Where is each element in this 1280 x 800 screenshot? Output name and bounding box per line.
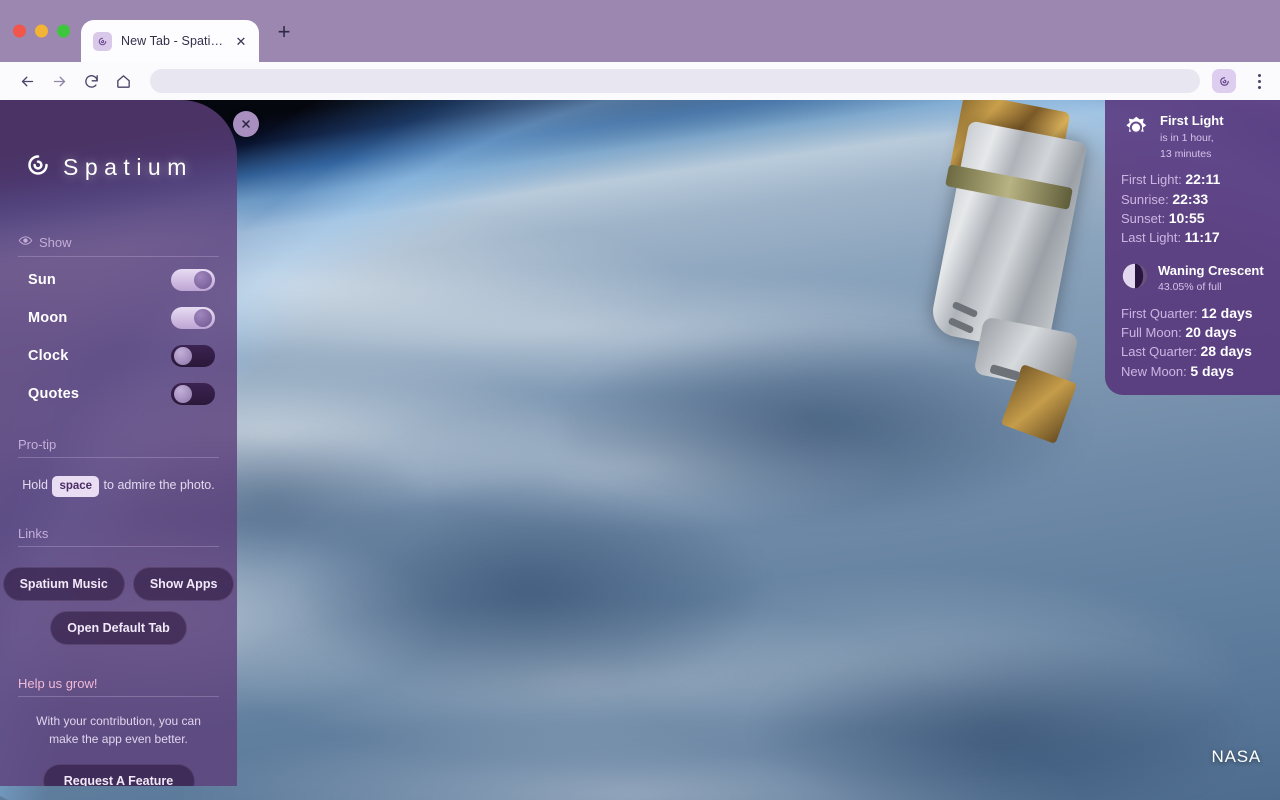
spatium-extension-icon[interactable]	[1212, 69, 1236, 93]
row-value: 22:33	[1172, 190, 1209, 207]
moon-row-full-moon: Full Moon: 20 days	[1121, 323, 1268, 342]
eye-icon	[18, 233, 33, 251]
section-header-help: Help us grow!	[18, 676, 219, 698]
row-label: Full Moon:	[1121, 324, 1182, 340]
toggle-label: Sun	[28, 271, 56, 288]
section-header-links: Links	[18, 526, 219, 548]
browser-tab[interactable]: New Tab - Spatium ✕	[81, 20, 259, 62]
toggle-row-moon[interactable]: Moon	[18, 302, 219, 333]
section-header-protip: Pro-tip	[18, 437, 219, 458]
row-value: 28 days	[1200, 343, 1252, 360]
section-header-show: Show	[18, 233, 219, 257]
brand: Spatium	[18, 150, 219, 185]
row-label: Last Quarter:	[1121, 344, 1197, 360]
kebab-menu-icon[interactable]	[1250, 69, 1268, 93]
address-bar[interactable]	[150, 69, 1200, 93]
moon-title: Waning Crescent	[1158, 262, 1264, 278]
section-title: Show	[39, 234, 72, 250]
reload-icon[interactable]	[76, 66, 106, 96]
photo-credit: NASA	[1211, 747, 1261, 766]
browser-window: New Tab - Spatium ✕ + Spatium Show Sun M…	[0, 0, 1280, 800]
sun-subtitle-line2: 13 minutes	[1160, 148, 1212, 161]
window-maximize-button[interactable]	[57, 24, 70, 38]
row-value: 10:55	[1168, 209, 1205, 226]
moon-phases-list: First Quarter: 12 days Full Moon: 20 day…	[1121, 304, 1268, 381]
toggle-switch-clock[interactable]	[171, 344, 215, 367]
toggle-switch-quotes[interactable]	[171, 382, 215, 405]
spatium-sidebar: Spatium Show Sun Moon Clock Quotes Pro-t…	[0, 100, 237, 786]
spatium-spiral-icon	[93, 31, 112, 51]
arrow-left-icon[interactable]	[12, 66, 42, 96]
section-title: Help us grow!	[18, 676, 98, 692]
toggle-label: Quotes	[28, 385, 80, 402]
sun-row-first-light: First Light: 22:11	[1121, 170, 1268, 189]
row-value: 12 days	[1201, 304, 1253, 321]
open-default-tab-button[interactable]: Open Default Tab	[50, 611, 187, 646]
tab-strip: New Tab - Spatium ✕ +	[0, 0, 1280, 62]
protip-text: Hold space to admire the photo.	[18, 476, 219, 498]
help-description: With your contribution, you can make the…	[36, 714, 201, 746]
section-title: Links	[18, 526, 49, 542]
window-controls	[13, 24, 70, 38]
tab-title: New Tab - Spatium	[121, 34, 224, 48]
space-key-badge: space	[52, 476, 100, 498]
moon-header: Waning Crescent 43.05% of full	[1121, 262, 1268, 295]
moon-row-last-quarter: Last Quarter: 28 days	[1121, 342, 1268, 361]
protip-text-before: Hold	[22, 478, 48, 492]
moon-section: Waning Crescent 43.05% of full First Qua…	[1121, 262, 1268, 381]
sun-subtitle-line1: is in 1 hour,	[1160, 131, 1214, 144]
sun-header: First Light is in 1 hour, 13 minutes	[1121, 112, 1268, 161]
moon-subtitle: 43.05% of full	[1158, 281, 1222, 294]
toggle-row-clock[interactable]: Clock	[18, 340, 219, 371]
sun-row-sunrise: Sunrise: 22:33	[1121, 190, 1268, 209]
brand-name: Spatium	[63, 154, 193, 180]
moon-row-new-moon: New Moon: 5 days	[1121, 362, 1268, 381]
sun-title: First Light	[1160, 113, 1224, 128]
tab-close-icon[interactable]: ✕	[233, 33, 249, 49]
spatium-spiral-logo	[23, 150, 53, 185]
toggle-label: Moon	[28, 309, 68, 326]
sun-times-list: First Light: 22:11 Sunrise: 22:33 Sunset…	[1121, 170, 1268, 247]
browser-toolbar	[0, 62, 1280, 100]
row-label: Last Light:	[1121, 230, 1181, 246]
request-a-feature-button[interactable]: Request A Feature	[42, 764, 195, 786]
moon-phase-icon	[1121, 262, 1149, 290]
home-icon[interactable]	[108, 66, 138, 96]
sun-row-sunset: Sunset: 10:55	[1121, 209, 1268, 228]
new-tab-page: Spatium Show Sun Moon Clock Quotes Pro-t…	[0, 100, 1280, 800]
row-label: First Quarter:	[1121, 305, 1198, 321]
row-value: 20 days	[1185, 323, 1237, 340]
window-close-button[interactable]	[13, 24, 26, 38]
new-tab-button[interactable]: +	[272, 20, 296, 44]
close-sidebar-button[interactable]	[233, 111, 259, 137]
astronomy-info-panel: First Light is in 1 hour, 13 minutes Fir…	[1105, 100, 1280, 395]
row-label: New Moon:	[1121, 363, 1187, 379]
row-value: 11:17	[1184, 229, 1220, 246]
row-label: Sunset:	[1121, 210, 1166, 226]
row-label: Sunrise:	[1121, 191, 1169, 207]
toggle-switch-sun[interactable]	[171, 268, 215, 291]
toggle-switch-moon[interactable]	[171, 306, 215, 329]
sun-row-last-light: Last Light: 11:17	[1121, 228, 1268, 247]
protip-text-after: to admire the photo.	[103, 478, 215, 492]
row-value: 22:11	[1185, 171, 1221, 188]
toggle-row-quotes[interactable]: Quotes	[18, 378, 219, 409]
arrow-right-icon[interactable]	[44, 66, 74, 96]
show-apps-button[interactable]: Show Apps	[132, 567, 235, 602]
sun-icon	[1121, 112, 1151, 142]
row-label: First Light:	[1121, 172, 1182, 188]
toggle-row-sun[interactable]: Sun	[18, 264, 219, 295]
row-value: 5 days	[1190, 362, 1234, 379]
window-minimize-button[interactable]	[35, 24, 48, 38]
toggle-label: Clock	[28, 347, 69, 364]
moon-row-first-quarter: First Quarter: 12 days	[1121, 304, 1268, 323]
section-title: Pro-tip	[18, 437, 57, 452]
spatium-music-button[interactable]: Spatium Music	[2, 567, 125, 602]
